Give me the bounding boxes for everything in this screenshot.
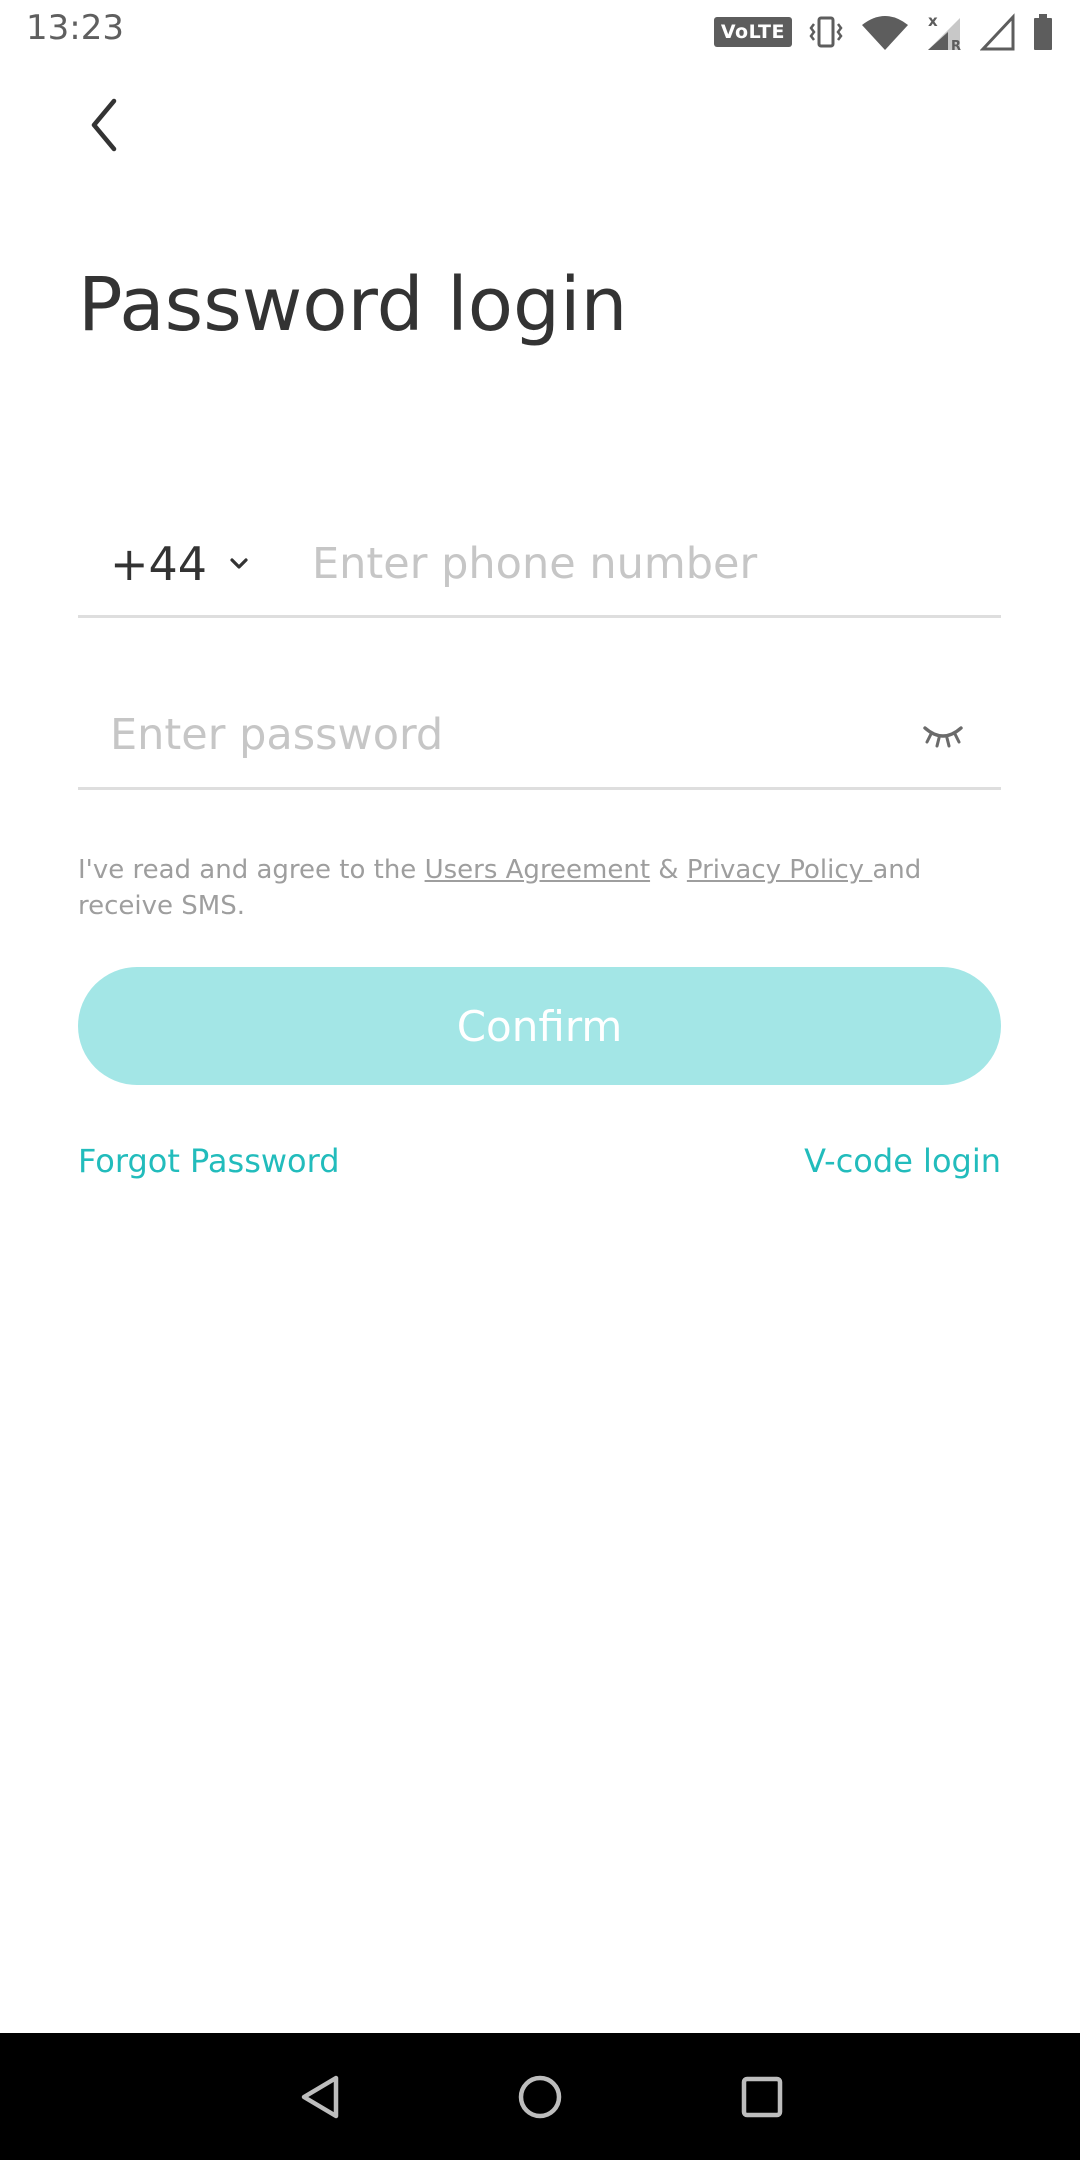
nav-recents-button[interactable] <box>702 2033 822 2160</box>
nav-back-icon <box>301 2075 339 2118</box>
nav-home-button[interactable] <box>480 2033 600 2160</box>
nav-home-icon <box>518 2075 562 2118</box>
agreement-prefix: I've read and agree to the <box>78 855 425 885</box>
users-agreement-link[interactable]: Users Agreement <box>425 855 650 885</box>
password-input[interactable] <box>110 709 917 760</box>
svg-text:x: x <box>928 12 938 30</box>
confirm-button[interactable]: Confirm <box>78 967 1001 1085</box>
phone-input[interactable] <box>312 538 1001 589</box>
eye-closed-icon <box>923 725 963 747</box>
nav-back-button[interactable] <box>260 2033 380 2160</box>
battery-icon <box>1034 14 1052 50</box>
chevron-left-icon <box>91 98 117 152</box>
agreement-text: I've read and agree to the Users Agreeme… <box>78 852 1008 924</box>
phone-row: +44 <box>78 512 1001 618</box>
privacy-policy-link[interactable]: Privacy Policy <box>687 855 872 885</box>
svg-text:R: R <box>951 39 961 52</box>
country-code-selector[interactable]: +44 <box>110 537 290 591</box>
page-title: Password login <box>78 262 628 348</box>
status-bar: 13:23 VoLTE x R <box>0 0 1080 62</box>
volte-icon: VoLTE <box>713 17 792 47</box>
signal-roaming-icon: x R <box>928 12 961 52</box>
agreement-ampersand: & <box>650 855 687 885</box>
login-screen: 13:23 VoLTE x R Password login +44 Enter… <box>0 0 1080 2160</box>
vibrate-icon <box>809 16 843 48</box>
status-time: 13:23 <box>26 8 124 48</box>
country-code-value: +44 <box>110 536 208 591</box>
system-navigation-bar <box>0 2033 1080 2160</box>
wifi-icon <box>862 16 908 50</box>
nav-recents-icon <box>741 2076 783 2117</box>
chevron-down-icon <box>230 557 248 569</box>
status-icons: VoLTE x R <box>713 10 1054 54</box>
forgot-password-link[interactable]: Forgot Password <box>78 1142 340 1180</box>
signal-icon <box>980 13 1015 51</box>
password-row <box>78 682 1001 790</box>
vcode-login-link[interactable]: V-code login <box>804 1142 1001 1180</box>
back-button[interactable] <box>76 92 132 158</box>
password-visibility-toggle[interactable] <box>917 715 969 755</box>
